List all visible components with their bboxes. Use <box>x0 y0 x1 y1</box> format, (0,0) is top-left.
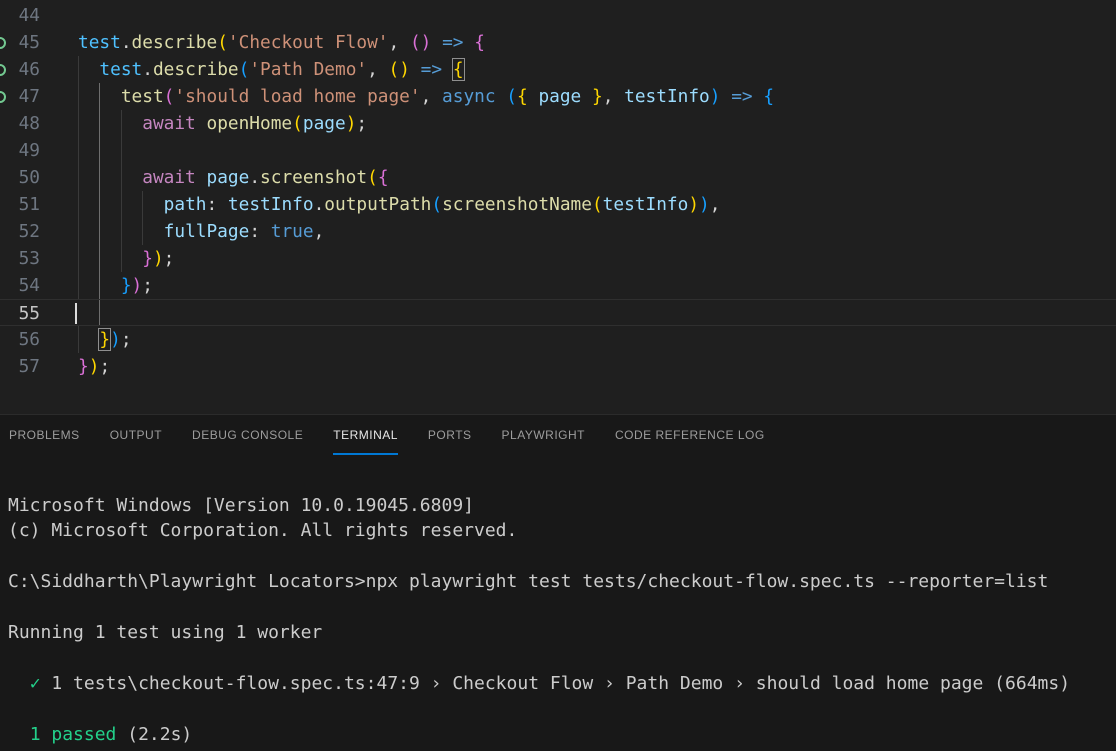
line-number: 53 <box>0 245 40 272</box>
code-text: }); <box>78 326 132 353</box>
line-number: 49 <box>0 137 40 164</box>
code-line[interactable]: 45 test.describe('Checkout Flow', () => { <box>0 29 1116 56</box>
line-number: 56 <box>0 326 40 353</box>
vscode-window: 4445 test.describe('Checkout Flow', () =>… <box>0 0 1116 751</box>
line-number: 44 <box>0 2 40 29</box>
code-text: test('should load home page', async ({ p… <box>78 83 774 110</box>
code-line[interactable]: 57}); <box>0 353 1116 380</box>
code-line[interactable]: 49 <box>0 137 1116 164</box>
terminal-line: (c) Microsoft Corporation. All rights re… <box>8 518 1116 543</box>
text-cursor <box>75 303 77 324</box>
code-line[interactable]: 47 test('should load home page', async (… <box>0 83 1116 110</box>
tab-debug-console[interactable]: DEBUG CONSOLE <box>192 415 303 455</box>
code-text: }); <box>78 245 174 272</box>
pass-summary: 1 passed <box>30 724 117 745</box>
code-editor[interactable]: 4445 test.describe('Checkout Flow', () =>… <box>0 0 1116 414</box>
code-line[interactable]: 55 <box>0 299 1116 326</box>
code-line[interactable]: 53 }); <box>0 245 1116 272</box>
tab-terminal[interactable]: TERMINAL <box>333 415 398 455</box>
code-line[interactable]: 46 test.describe('Path Demo', () => { <box>0 56 1116 83</box>
code-line[interactable]: 56 }); <box>0 326 1116 353</box>
code-line[interactable]: 50 await page.screenshot({ <box>0 164 1116 191</box>
line-number: 55 <box>0 300 40 327</box>
line-number: 48 <box>0 110 40 137</box>
check-icon: ✓ <box>30 673 41 694</box>
indent-guide <box>99 300 100 325</box>
indent-guide <box>121 137 122 164</box>
line-number: 51 <box>0 191 40 218</box>
line-number: 45 <box>0 29 40 56</box>
code-text: fullPage: true, <box>78 218 324 245</box>
code-editor-lines: 4445 test.describe('Checkout Flow', () =>… <box>0 2 1116 380</box>
code-line[interactable]: 44 <box>0 2 1116 29</box>
terminal-line: Microsoft Windows [Version 10.0.19045.68… <box>8 493 1116 518</box>
terminal-line: Running 1 test using 1 worker <box>8 620 1116 645</box>
code-line[interactable]: 48 await openHome(page); <box>0 110 1116 137</box>
bottom-panel: PROBLEMS OUTPUT DEBUG CONSOLE TERMINAL P… <box>0 414 1116 751</box>
tab-playwright[interactable]: PLAYWRIGHT <box>502 415 585 455</box>
tab-problems[interactable]: PROBLEMS <box>9 415 80 455</box>
panel-tab-bar: PROBLEMS OUTPUT DEBUG CONSOLE TERMINAL P… <box>0 415 1116 455</box>
line-number: 54 <box>0 272 40 299</box>
line-number: 47 <box>0 83 40 110</box>
code-line[interactable]: 51 path: testInfo.outputPath(screenshotN… <box>0 191 1116 218</box>
terminal-line <box>8 696 1116 721</box>
indent-guide <box>78 137 79 164</box>
terminal-line: C:\Siddharth\Playwright Locators>npx pla… <box>8 569 1116 594</box>
tab-code-reference-log[interactable]: CODE REFERENCE LOG <box>615 415 765 455</box>
code-text: await page.screenshot({ <box>78 164 389 191</box>
code-line[interactable]: 54 }); <box>0 272 1116 299</box>
code-text: await openHome(page); <box>78 110 367 137</box>
tab-ports[interactable]: PORTS <box>428 415 472 455</box>
terminal-line: ✓ 1 tests\checkout-flow.spec.ts:47:9 › C… <box>8 671 1116 696</box>
code-text: }); <box>78 353 110 380</box>
code-text: test.describe('Checkout Flow', () => { <box>78 29 485 56</box>
line-number: 52 <box>0 218 40 245</box>
line-number: 46 <box>0 56 40 83</box>
terminal-output[interactable]: Microsoft Windows [Version 10.0.19045.68… <box>0 493 1116 747</box>
indent-guide <box>99 137 100 164</box>
code-line[interactable]: 52 fullPage: true, <box>0 218 1116 245</box>
code-text: path: testInfo.outputPath(screenshotName… <box>78 191 720 218</box>
tab-output[interactable]: OUTPUT <box>110 415 162 455</box>
line-number: 50 <box>0 164 40 191</box>
terminal-line: 1 passed (2.2s) <box>8 722 1116 747</box>
terminal-line <box>8 595 1116 620</box>
code-text: test.describe('Path Demo', () => { <box>78 56 464 83</box>
terminal-line <box>8 645 1116 670</box>
line-number: 57 <box>0 353 40 380</box>
code-text: }); <box>78 272 153 299</box>
terminal-line <box>8 544 1116 569</box>
